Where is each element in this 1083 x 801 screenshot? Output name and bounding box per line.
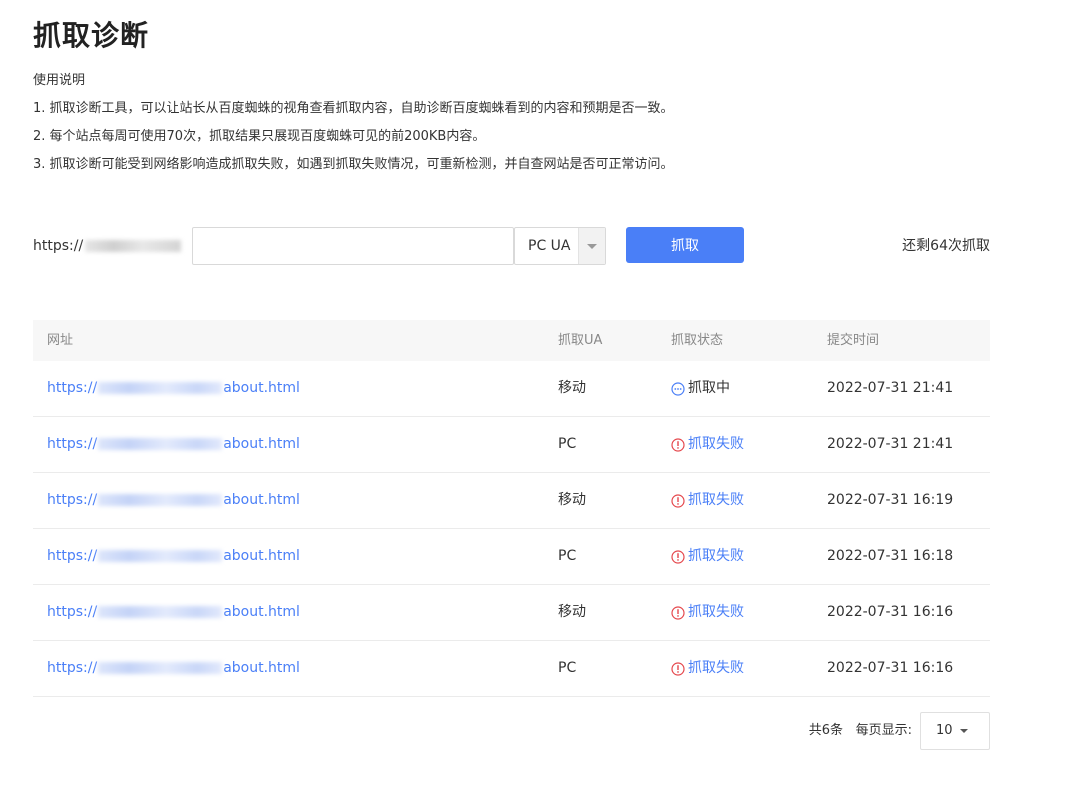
- site-url-prefix: https://: [33, 227, 182, 265]
- url-path-input[interactable]: [192, 227, 514, 265]
- error-circle-icon: [671, 437, 685, 452]
- url-end: about.html: [223, 548, 300, 564]
- fetch-form: https:// PC UA 抓取 还剩64次抓取: [33, 227, 990, 265]
- error-circle-icon: [671, 605, 685, 620]
- redacted-domain: [98, 550, 223, 562]
- instruction-line: 2. 每个站点每周可使用70次，抓取结果只展现百度蜘蛛可见的前200KB内容。: [33, 129, 486, 144]
- row-status[interactable]: 抓取失败: [671, 529, 744, 584]
- total-count: 共6条: [808, 723, 843, 738]
- row-status-text: 抓取失败: [688, 492, 744, 508]
- instructions: 使用说明 1. 抓取诊断工具，可以让站长从百度蜘蛛的视角查看抓取内容，自助诊断百…: [33, 72, 674, 184]
- row-url-link[interactable]: https:// about.html: [47, 473, 300, 528]
- row-submit-time: 2022-07-31 16:16: [827, 604, 954, 620]
- row-url-link[interactable]: https:// about.html: [47, 585, 300, 640]
- row-submit-time: 2022-07-31 16:19: [827, 492, 954, 508]
- redacted-domain: [98, 438, 223, 450]
- pagination: 共6条 每页显示: 10: [790, 712, 990, 750]
- table-row: https:// about.html 移动 抓取失败 2022-07-31 16:16: [33, 585, 990, 641]
- redacted-domain: [98, 606, 223, 618]
- row-ua: PC: [558, 436, 577, 452]
- table-row: https:// about.html PC 抓取失败 2022-07-31 21:41: [33, 417, 990, 473]
- row-ua: PC: [558, 660, 577, 676]
- header-url: 网址: [47, 333, 74, 348]
- redacted-domain: [98, 662, 223, 674]
- header-status: 抓取状态: [671, 333, 724, 348]
- caret-down-icon: [587, 244, 597, 249]
- row-status[interactable]: 抓取失败: [671, 585, 744, 640]
- fetch-history-table: 网址 抓取UA 抓取状态 提交时间 https://about.html 移动 抓取…: [33, 320, 990, 697]
- instruction-line: 3. 抓取诊断可能受到网络影响造成抓取失败，如遇到抓取失败情况，可重新检测，并自…: [33, 157, 674, 172]
- url-start: https://: [47, 604, 98, 620]
- url-end: about.html: [223, 492, 300, 508]
- row-submit-time: 2022-07-31 21:41: [827, 436, 954, 452]
- url-start: https://: [47, 548, 98, 564]
- table-body: https://about.html 移动 抓取中 2022-07-31 21:41 h…: [33, 361, 990, 697]
- url-start: https://: [47, 492, 98, 508]
- row-submit-time: 2022-07-31 16:18: [827, 548, 954, 564]
- url-end: about.html: [223, 380, 300, 396]
- row-status-text: 抓取失败: [688, 660, 744, 676]
- per-page-label: 每页显示:: [855, 723, 912, 738]
- ellipsis-circle-icon: [671, 381, 685, 396]
- row-ua: PC: [558, 548, 577, 564]
- error-circle-icon: [671, 493, 685, 508]
- instructions-heading: 使用说明: [33, 73, 86, 88]
- row-ua: 移动: [558, 604, 586, 620]
- ua-select-arrow[interactable]: [578, 228, 605, 264]
- row-status[interactable]: 抓取失败: [671, 641, 744, 696]
- remaining-fetch-count: 还剩64次抓取: [902, 238, 990, 254]
- table-row: https:// about.html PC 抓取失败 2022-07-31 16:16: [33, 641, 990, 697]
- header-time: 提交时间: [827, 333, 880, 348]
- url-start: https://: [47, 436, 98, 452]
- url-end: about.html: [223, 660, 300, 676]
- url-protocol: https://: [33, 238, 84, 254]
- table-row: https:// about.html 移动 抓取中 2022-07-31 21:41: [33, 361, 990, 417]
- row-submit-time: 2022-07-31 21:41: [827, 380, 954, 396]
- error-circle-icon: [671, 661, 685, 676]
- table-row: https:// about.html 移动 抓取失败 2022-07-31 16:19: [33, 473, 990, 529]
- page-size-select[interactable]: 10: [920, 712, 990, 750]
- url-start: https://: [47, 660, 98, 676]
- ua-select[interactable]: PC UA: [514, 227, 606, 265]
- row-submit-time: 2022-07-31 16:16: [827, 660, 954, 676]
- row-url-link[interactable]: https:// about.html: [47, 641, 300, 696]
- page-size-value: 10: [936, 723, 953, 738]
- error-circle-icon: [671, 549, 685, 564]
- row-status-text: 抓取失败: [688, 548, 744, 564]
- table-row: https:// about.html PC 抓取失败 2022-07-31 16:18: [33, 529, 990, 585]
- table-header: 网址 抓取UA 抓取状态 提交时间: [33, 320, 990, 361]
- row-status[interactable]: 抓取失败: [671, 417, 744, 472]
- ua-select-value: PC UA: [528, 238, 571, 254]
- row-status-text: 抓取中: [688, 380, 730, 396]
- redacted-domain: [85, 240, 182, 252]
- url-end: about.html: [223, 604, 300, 620]
- row-status-text: 抓取失败: [688, 436, 744, 452]
- page-title: 抓取诊断: [33, 19, 150, 52]
- row-status-text: 抓取失败: [688, 604, 744, 620]
- fetch-button[interactable]: 抓取: [626, 227, 744, 263]
- url-start: https://: [47, 380, 98, 396]
- redacted-domain: [98, 382, 223, 394]
- header-ua: 抓取UA: [558, 333, 603, 348]
- row-ua: 移动: [558, 492, 586, 508]
- row-status: 抓取中: [671, 361, 730, 416]
- redacted-domain: [98, 494, 223, 506]
- row-status[interactable]: 抓取失败: [671, 473, 744, 528]
- instruction-line: 1. 抓取诊断工具，可以让站长从百度蜘蛛的视角查看抓取内容，自助诊断百度蜘蛛看到…: [33, 101, 674, 116]
- row-url-link[interactable]: https:// about.html: [47, 417, 300, 472]
- caret-down-icon: [960, 729, 968, 733]
- url-end: about.html: [223, 436, 300, 452]
- row-url-link[interactable]: https:// about.html: [47, 529, 300, 584]
- row-ua: 移动: [558, 380, 586, 396]
- row-url-link[interactable]: https:// about.html: [47, 361, 300, 416]
